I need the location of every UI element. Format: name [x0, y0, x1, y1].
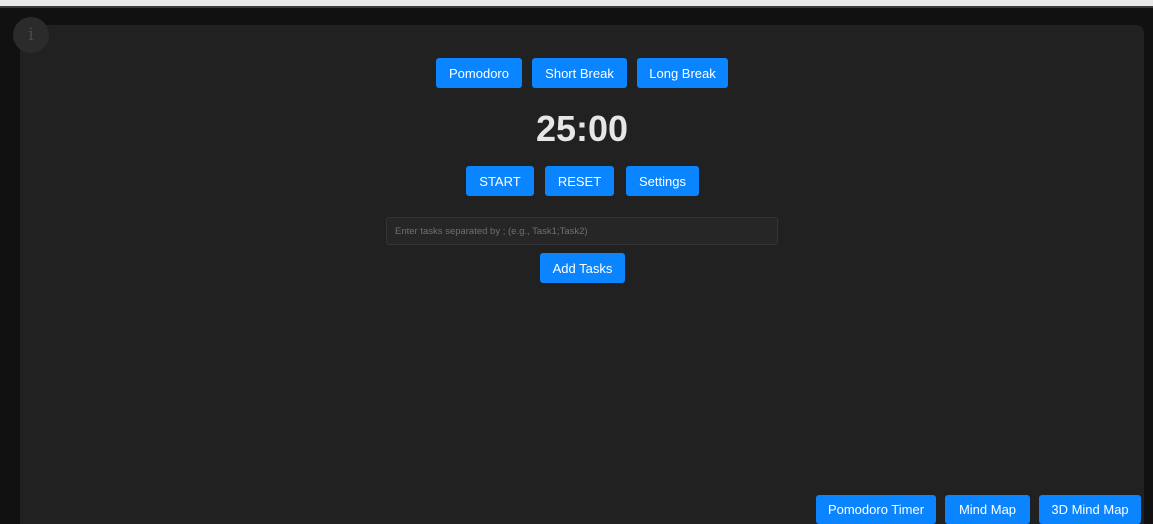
nav-mind-map-button[interactable]: Mind Map: [945, 495, 1030, 524]
timer-display: 25:00: [535, 108, 629, 149]
pomodoro-mode-button[interactable]: Pomodoro: [436, 58, 522, 88]
tasks-input[interactable]: [386, 217, 778, 245]
nav-pomodoro-timer-button[interactable]: Pomodoro Timer: [816, 495, 936, 524]
start-button[interactable]: START: [466, 166, 534, 196]
reset-button[interactable]: RESET: [545, 166, 614, 196]
window-top-border: [0, 6, 1153, 8]
nav-3d-mind-map-button[interactable]: 3D Mind Map: [1039, 495, 1141, 524]
settings-button[interactable]: Settings: [626, 166, 699, 196]
add-tasks-button[interactable]: Add Tasks: [540, 253, 625, 283]
info-button[interactable]: i: [13, 17, 49, 53]
long-break-mode-button[interactable]: Long Break: [637, 58, 728, 88]
info-icon: i: [28, 25, 34, 45]
short-break-mode-button[interactable]: Short Break: [532, 58, 627, 88]
